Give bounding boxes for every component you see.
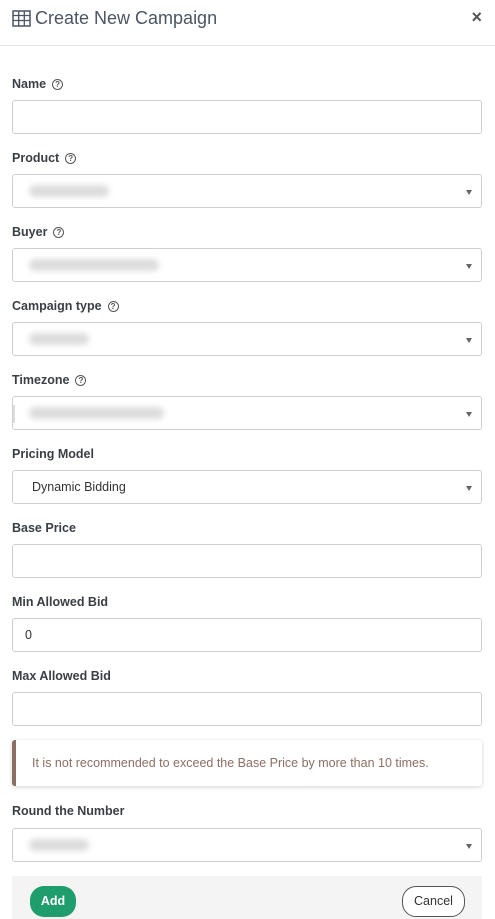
min-allowed-bid-label-text: Min Allowed Bid [12, 595, 109, 609]
redacted-value [29, 185, 109, 197]
min-allowed-bid-input[interactable]: 0 [12, 618, 482, 652]
pricing-model-label: Pricing Model [12, 446, 94, 462]
buyer-label-text: Buyer [12, 225, 48, 239]
round-the-number-select[interactable] [12, 828, 482, 862]
caret-down-icon [466, 264, 472, 269]
caret-down-icon [466, 338, 472, 343]
cancel-button[interactable]: Cancel [402, 886, 465, 917]
timezone-label-text: Timezone [12, 373, 70, 387]
modal-footer: Add Cancel [12, 876, 482, 919]
redacted-value [29, 259, 159, 271]
modal-header: Create New Campaign × [0, 0, 495, 46]
product-label: Product ? [12, 150, 77, 166]
warning-alert-message: It is not recommended to exceed the Base… [32, 756, 429, 770]
help-icon[interactable]: ? [65, 152, 77, 164]
name-label: Name ? [12, 76, 64, 92]
table-icon [12, 9, 31, 27]
min-allowed-bid-value: 0 [25, 628, 32, 642]
product-label-text: Product [12, 151, 60, 165]
caret-down-icon [466, 486, 472, 491]
help-icon[interactable]: ? [53, 226, 65, 238]
caret-down-icon [466, 190, 472, 195]
campaign-type-select[interactable] [12, 322, 482, 356]
round-the-number-label: Round the Number [12, 803, 125, 819]
redacted-value [29, 407, 164, 419]
base-price-label: Base Price [12, 520, 76, 536]
modal-title-wrap: Create New Campaign [12, 8, 217, 28]
caret-down-icon [466, 844, 472, 849]
buyer-label: Buyer ? [12, 224, 65, 240]
help-icon[interactable]: ? [107, 300, 119, 312]
min-allowed-bid-label: Min Allowed Bid [12, 594, 108, 610]
redacted-value [29, 839, 89, 851]
timezone-select[interactable] [12, 396, 482, 430]
campaign-type-label: Campaign type ? [12, 298, 119, 314]
max-allowed-bid-label: Max Allowed Bid [12, 668, 111, 684]
timezone-label: Timezone ? [12, 372, 87, 388]
pricing-model-value: Dynamic Bidding [32, 480, 126, 494]
pricing-model-label-text: Pricing Model [12, 447, 94, 461]
add-button[interactable]: Add [30, 886, 76, 917]
round-the-number-label-text: Round the Number [12, 804, 125, 818]
name-label-text: Name [12, 77, 47, 91]
name-input[interactable] [12, 100, 482, 134]
campaign-type-label-text: Campaign type [12, 299, 102, 313]
caret-down-icon [466, 412, 472, 417]
max-allowed-bid-label-text: Max Allowed Bid [12, 669, 111, 683]
buyer-select[interactable] [12, 248, 482, 282]
modal-title: Create New Campaign [35, 8, 218, 28]
close-icon[interactable]: × [471, 8, 482, 26]
base-price-input[interactable] [12, 544, 482, 578]
warning-alert: It is not recommended to exceed the Base… [12, 740, 482, 786]
pricing-model-select[interactable]: Dynamic Bidding [12, 470, 482, 504]
help-icon[interactable]: ? [52, 78, 64, 90]
product-select[interactable] [12, 174, 482, 208]
help-icon[interactable]: ? [75, 374, 87, 386]
base-price-label-text: Base Price [12, 521, 76, 535]
max-allowed-bid-input[interactable] [12, 692, 482, 726]
redacted-value [29, 333, 89, 345]
select-divider [13, 405, 15, 423]
